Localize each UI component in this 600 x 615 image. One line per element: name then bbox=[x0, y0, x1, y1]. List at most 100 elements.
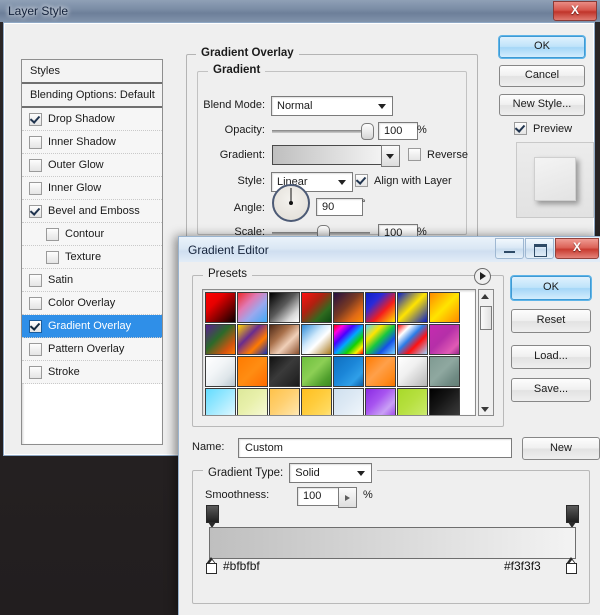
gradient-dropdown-button[interactable] bbox=[381, 145, 400, 167]
style-row-bevel-and-emboss[interactable]: Bevel and Emboss bbox=[22, 200, 162, 223]
style-checkbox[interactable] bbox=[29, 181, 42, 195]
align-with-layer-checkbox[interactable] bbox=[355, 174, 368, 187]
preset-swatch-lime-green[interactable] bbox=[397, 388, 428, 415]
opacity-input[interactable]: 100 bbox=[378, 122, 418, 140]
preset-swatch-light-orange[interactable] bbox=[269, 388, 300, 415]
angle-dial[interactable] bbox=[272, 184, 310, 222]
style-row-inner-glow[interactable]: Inner Glow bbox=[22, 177, 162, 200]
preset-swatch-foreground-to-background-red[interactable] bbox=[205, 292, 236, 323]
preset-swatch-pale-yellow-green[interactable] bbox=[237, 388, 268, 415]
preset-swatch-yellow-violet-orange-blue[interactable] bbox=[237, 324, 268, 355]
preset-swatch-chrome[interactable] bbox=[301, 324, 332, 355]
preset-swatch-orange-solid[interactable] bbox=[237, 356, 268, 387]
preset-swatch-transparent-rainbow[interactable] bbox=[365, 324, 396, 355]
reverse-checkbox[interactable] bbox=[408, 148, 421, 161]
style-row-texture[interactable]: Texture bbox=[22, 246, 162, 269]
gradient-preview-swatch[interactable] bbox=[272, 145, 382, 165]
ge-save-button[interactable]: Save... bbox=[511, 378, 591, 402]
reverse-checkbox-row[interactable]: Reverse bbox=[408, 148, 468, 161]
ok-button[interactable]: OK bbox=[499, 36, 585, 58]
align-with-layer-row[interactable]: Align with Layer bbox=[355, 174, 452, 187]
style-checkbox[interactable] bbox=[46, 250, 59, 264]
gradient-editor-titlebar[interactable]: Gradient Editor X bbox=[178, 236, 600, 263]
style-checkbox[interactable] bbox=[29, 296, 42, 310]
smoothness-input[interactable]: 100 bbox=[297, 487, 344, 506]
preview-checkbox-row[interactable]: Preview bbox=[514, 122, 572, 135]
presets-well[interactable] bbox=[202, 289, 476, 416]
style-row-contour[interactable]: Contour bbox=[22, 223, 162, 246]
ge-ok-button[interactable]: OK bbox=[511, 276, 591, 300]
gradient-type-select[interactable]: Solid bbox=[289, 463, 373, 483]
preset-swatch-black-fade[interactable] bbox=[429, 388, 460, 415]
style-row-inner-shadow[interactable]: Inner Shadow bbox=[22, 131, 162, 154]
preset-swatch-orange-peach[interactable] bbox=[365, 356, 396, 387]
style-row-gradient-overlay[interactable]: Gradient Overlay bbox=[22, 315, 162, 338]
preset-swatch-pale-blue[interactable] bbox=[333, 388, 364, 415]
angle-input[interactable]: 90 bbox=[316, 198, 363, 216]
blending-options-row[interactable]: Blending Options: Default bbox=[22, 84, 162, 108]
scroll-up-arrow-icon[interactable] bbox=[479, 290, 491, 302]
preset-swatch-cyan-light[interactable] bbox=[205, 388, 236, 415]
preset-swatch-green-gradient[interactable] bbox=[301, 356, 332, 387]
name-input[interactable]: Custom bbox=[238, 438, 512, 458]
layer-style-titlebar[interactable]: Layer Style X bbox=[0, 0, 600, 22]
style-checkbox[interactable] bbox=[29, 112, 42, 126]
smoothness-dropdown-button[interactable] bbox=[338, 487, 357, 508]
preset-swatch-blue-red-yellow[interactable] bbox=[365, 292, 396, 323]
preset-swatch-red-to-green[interactable] bbox=[301, 292, 332, 323]
preset-swatch-black-charcoal[interactable] bbox=[269, 356, 300, 387]
opacity-slider-knob[interactable] bbox=[361, 123, 374, 140]
style-checkbox[interactable] bbox=[29, 273, 42, 287]
style-checkbox[interactable] bbox=[29, 365, 42, 379]
style-row-pattern-overlay[interactable]: Pattern Overlay bbox=[22, 338, 162, 361]
style-checkbox[interactable] bbox=[29, 135, 42, 149]
close-icon[interactable]: X bbox=[555, 238, 599, 259]
close-icon[interactable]: X bbox=[553, 1, 597, 21]
ge-reset-button[interactable]: Reset bbox=[511, 309, 591, 333]
style-row-satin[interactable]: Satin bbox=[22, 269, 162, 292]
preview-checkbox[interactable] bbox=[514, 122, 527, 135]
preset-swatch-violet-orange[interactable] bbox=[333, 292, 364, 323]
preset-swatch-blue-gradient[interactable] bbox=[333, 356, 364, 387]
style-checkbox[interactable] bbox=[29, 319, 42, 333]
minimize-icon[interactable] bbox=[495, 238, 524, 259]
ge-load-button[interactable]: Load... bbox=[511, 345, 591, 369]
color-stop-left[interactable] bbox=[206, 557, 217, 574]
preset-swatch-magenta-purple[interactable] bbox=[429, 324, 460, 355]
style-row-outer-glow[interactable]: Outer Glow bbox=[22, 154, 162, 177]
preset-swatch-sage-grey[interactable] bbox=[429, 356, 460, 387]
opacity-stop-left[interactable] bbox=[206, 505, 219, 528]
preset-swatch-golden-yellow[interactable] bbox=[301, 388, 332, 415]
presets-scrollbar-thumb[interactable] bbox=[480, 306, 492, 330]
cancel-button[interactable]: Cancel bbox=[499, 65, 585, 87]
preset-swatch-red-white-blue-checker[interactable] bbox=[237, 292, 268, 323]
preset-swatch-violet-green-orange[interactable] bbox=[205, 324, 236, 355]
style-checkbox[interactable] bbox=[29, 342, 42, 356]
style-checkbox[interactable] bbox=[29, 204, 42, 218]
opacity-stop-right[interactable] bbox=[566, 505, 579, 528]
blend-mode-select[interactable]: Normal bbox=[271, 96, 393, 116]
preset-swatch-blue-yellow-blue[interactable] bbox=[397, 292, 428, 323]
preset-swatch-spectrum[interactable] bbox=[333, 324, 364, 355]
opacity-slider-track[interactable] bbox=[272, 130, 370, 133]
style-checkbox[interactable] bbox=[46, 227, 59, 241]
new-preset-button[interactable]: New bbox=[522, 437, 600, 460]
preset-swatch-transparent-stripes[interactable] bbox=[397, 324, 428, 355]
style-checkbox[interactable] bbox=[29, 158, 42, 172]
preset-swatch-black-to-white[interactable] bbox=[269, 292, 300, 323]
maximize-icon[interactable] bbox=[525, 238, 554, 259]
style-row-color-overlay[interactable]: Color Overlay bbox=[22, 292, 162, 315]
presets-scrollbar[interactable] bbox=[478, 289, 494, 416]
scroll-down-arrow-icon[interactable] bbox=[479, 403, 491, 415]
style-row-stroke[interactable]: Stroke bbox=[22, 361, 162, 384]
preset-menu-arrow-icon[interactable] bbox=[474, 268, 491, 285]
preset-swatch-copper[interactable] bbox=[269, 324, 300, 355]
preset-swatch-white-to-silver[interactable] bbox=[205, 356, 236, 387]
preset-swatch-white-grey[interactable] bbox=[397, 356, 428, 387]
preset-swatch-purple-violet[interactable] bbox=[365, 388, 396, 415]
gradient-strip[interactable] bbox=[209, 527, 576, 559]
color-stop-right[interactable] bbox=[566, 557, 577, 574]
style-row-drop-shadow[interactable]: Drop Shadow bbox=[22, 108, 162, 131]
preset-swatch-orange-yellow-orange[interactable] bbox=[429, 292, 460, 323]
new-style-button[interactable]: New Style... bbox=[499, 94, 585, 116]
